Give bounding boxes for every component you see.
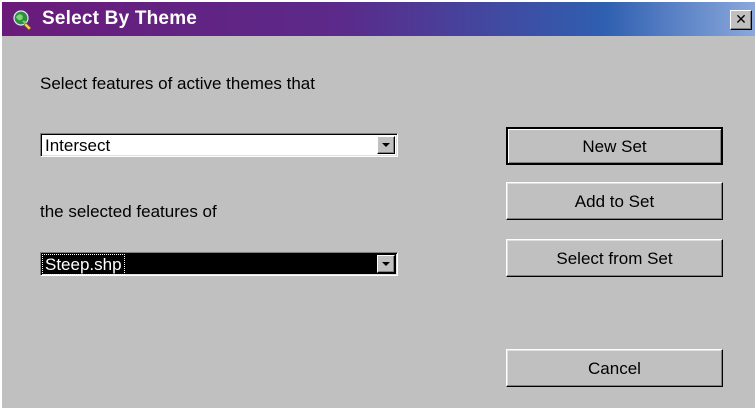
title-bar[interactable]: Select By Theme ✕	[2, 2, 755, 36]
relation-value: Intersect	[45, 136, 111, 155]
new-set-button[interactable]: New Set	[506, 127, 723, 165]
close-button[interactable]: ✕	[730, 10, 752, 30]
select-by-theme-dialog: Select By Theme ✕ Select features of act…	[0, 0, 755, 408]
close-icon: ✕	[735, 12, 747, 28]
globe-magnifier-icon	[12, 9, 34, 31]
target-label: the selected features of	[40, 202, 217, 221]
chevron-down-icon[interactable]	[377, 255, 395, 273]
cancel-button[interactable]: Cancel	[506, 349, 723, 387]
theme-value: Steep.shp	[42, 254, 125, 275]
theme-dropdown[interactable]: Steep.shp	[40, 252, 398, 276]
relation-dropdown[interactable]: Intersect	[40, 133, 398, 157]
select-from-set-button[interactable]: Select from Set	[506, 239, 723, 277]
chevron-down-icon[interactable]	[377, 136, 395, 154]
window-title: Select By Theme	[42, 8, 198, 29]
add-to-set-button[interactable]: Add to Set	[506, 182, 723, 220]
prompt-label: Select features of active themes that	[40, 74, 315, 93]
